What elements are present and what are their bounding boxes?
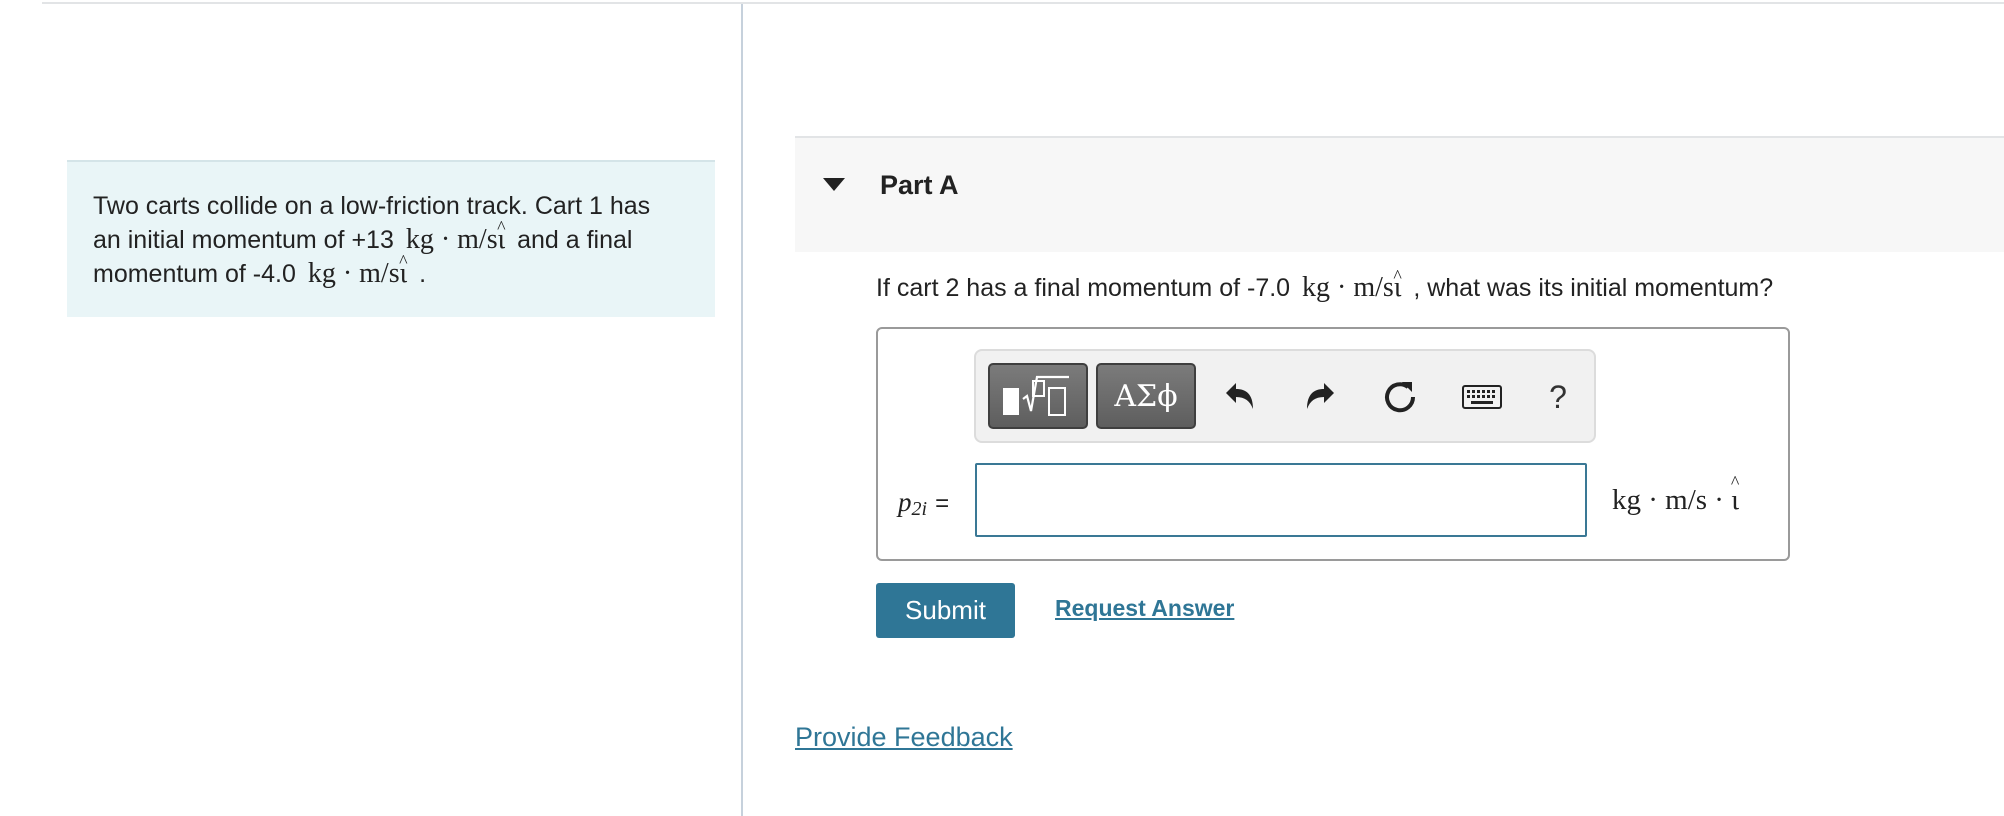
- unit-vector-i-hat: ι: [1394, 270, 1402, 306]
- question-text: If cart 2 has a final momentum of -7.0 k…: [876, 270, 1773, 306]
- intro-text-1: Two carts collide on a low-friction trac…: [93, 192, 651, 220]
- answer-unit-text: kg · m/s ·: [1612, 484, 1724, 516]
- answer-variable-label: p2i =: [898, 487, 949, 521]
- answer-input[interactable]: [975, 463, 1587, 537]
- request-answer-link[interactable]: Request Answer: [1055, 595, 1234, 622]
- part-title: Part A: [880, 170, 959, 200]
- unit-vector-i-hat: ι: [400, 257, 408, 290]
- provide-feedback-link[interactable]: Provide Feedback: [795, 722, 1013, 753]
- intro-line-1: Two carts collide on a low-friction trac…: [93, 190, 689, 223]
- intro-line-3: momentum of -4.0 kg · m/sι .: [93, 257, 689, 291]
- question-text-before: If cart 2 has a final momentum of -7.0: [876, 274, 1291, 302]
- greek-letters-icon: ΑΣϕ: [1114, 378, 1178, 414]
- templates-icon: [1003, 375, 1069, 416]
- answer-units: kg · m/s · ι: [1612, 484, 1739, 517]
- reset-icon: [1385, 382, 1416, 413]
- undo-icon: [1226, 383, 1253, 409]
- momentum-subscript: 2i: [911, 498, 928, 520]
- templates-button[interactable]: [988, 363, 1088, 429]
- keyboard-button[interactable]: [1460, 375, 1504, 419]
- top-divider: [42, 2, 2004, 4]
- help-icon: ?: [1549, 378, 1567, 415]
- intro-line-2: an initial momentum of +13 kg · m/sι and…: [93, 223, 689, 257]
- greek-letters-button[interactable]: ΑΣϕ: [1096, 363, 1196, 429]
- intro-text-2b: and a final: [517, 226, 633, 254]
- collapse-caret-icon[interactable]: [823, 178, 845, 191]
- keyboard-icon: [1462, 385, 1502, 409]
- cart1-initial-units: kg · m/sι: [401, 224, 510, 255]
- part-a-header[interactable]: Part A: [795, 136, 2004, 252]
- unit-vector-i-hat: ι: [1731, 484, 1739, 517]
- answer-box: ΑΣϕ ? p2i = kg · m/s · ι ^: [876, 327, 1790, 561]
- intro-text-3a: momentum of -4.0: [93, 260, 296, 288]
- undo-button[interactable]: [1218, 375, 1262, 419]
- intro-text-2a: an initial momentum of +13: [93, 226, 394, 254]
- mastering-physics-page: Two carts collide on a low-friction trac…: [0, 0, 2004, 816]
- redo-icon: [1307, 383, 1334, 409]
- question-text-after: , what was its initial momentum?: [1413, 274, 1774, 302]
- help-button[interactable]: ?: [1536, 375, 1580, 419]
- column-divider: [741, 4, 743, 816]
- math-toolbar: ΑΣϕ ?: [974, 349, 1596, 443]
- problem-intro-panel: Two carts collide on a low-friction trac…: [67, 160, 715, 317]
- unit-vector-i-hat: ι: [498, 223, 506, 256]
- cart2-final-units: kg · m/sι: [1297, 272, 1406, 303]
- submit-button[interactable]: Submit: [876, 583, 1015, 638]
- reset-button[interactable]: [1378, 375, 1422, 419]
- redo-button[interactable]: [1298, 375, 1342, 419]
- momentum-symbol: p: [898, 487, 912, 517]
- cart1-final-units: kg · m/sι: [303, 258, 412, 289]
- equals-sign: =: [935, 490, 950, 517]
- intro-text-3b: .: [419, 260, 427, 288]
